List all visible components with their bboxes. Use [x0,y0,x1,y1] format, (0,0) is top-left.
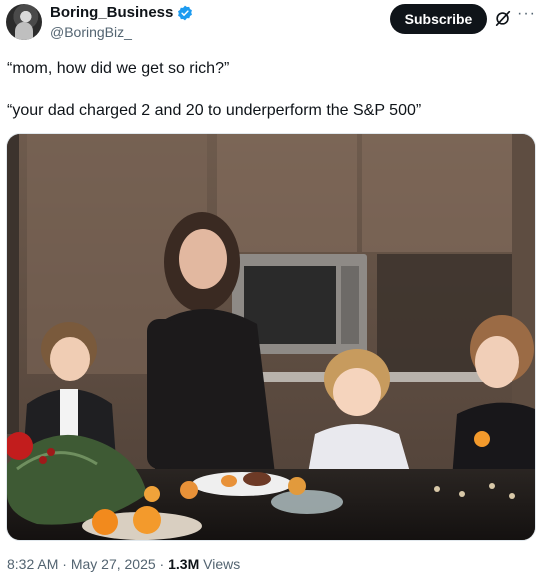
verified-badge-icon [178,5,193,20]
views-label: Views [199,556,241,572]
more-dots-icon[interactable]: ··· [517,5,536,23]
meta-separator: · [58,556,71,572]
tweet-meta: 8:32 AM · May 27, 2025 · 1.3M Views [7,556,240,572]
views-count: 1.3M [168,556,200,572]
avatar[interactable] [6,4,42,40]
grok-icon[interactable] [494,9,512,27]
tweet-text-line-1: “mom, how did we get so rich?” [7,60,230,77]
tweet-photo[interactable] [6,133,536,541]
author-name-row[interactable]: Boring_Business [50,4,193,21]
tweet-text-line-2: “your dad charged 2 and 20 to underperfo… [7,102,422,119]
meta-separator: · [155,556,169,572]
author-handle[interactable]: @BoringBiz_ [50,24,132,40]
subscribe-button[interactable]: Subscribe [390,4,487,34]
tweet-time[interactable]: 8:32 AM [7,556,58,572]
author-display-name[interactable]: Boring_Business [50,4,173,21]
tweet-date[interactable]: May 27, 2025 [71,556,156,572]
